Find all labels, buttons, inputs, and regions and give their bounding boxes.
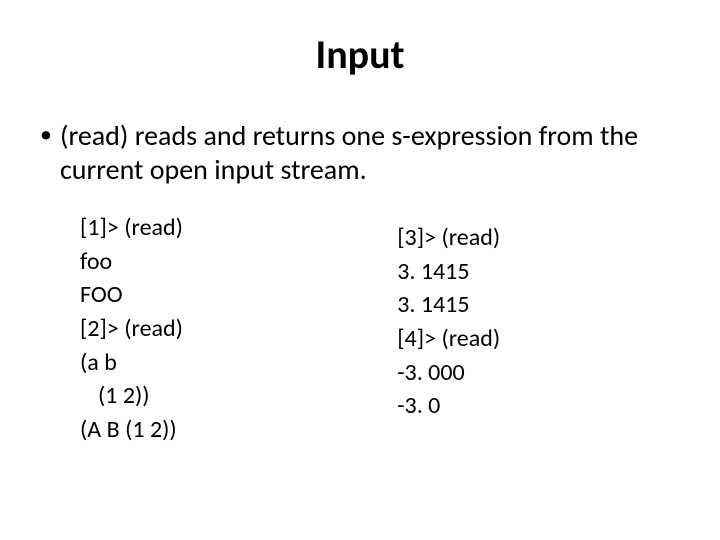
code-line: (A B (1 2)) — [80, 413, 397, 447]
right-column: [3]> (read) 3. 1415 3. 1415 [4]> (read) … — [397, 211, 690, 446]
code-line: -3. 0 — [397, 389, 690, 423]
code-line: [3]> (read) — [397, 221, 690, 255]
code-line: 3. 1415 — [397, 288, 690, 322]
code-line: 3. 1415 — [397, 255, 690, 289]
code-line: [1]> (read) — [80, 211, 397, 245]
code-line: [4]> (read) — [397, 322, 690, 356]
code-columns: [1]> (read) foo FOO [2]> (read) (a b (1 … — [30, 211, 690, 446]
bullet-marker: • — [40, 119, 52, 150]
bullet-item: • (read) reads and returns one s-express… — [40, 119, 690, 186]
code-line: (a b — [80, 346, 397, 380]
code-line: -3. 000 — [397, 356, 690, 390]
code-line: [2]> (read) — [80, 312, 397, 346]
bullet-text: (read) reads and returns one s-expressio… — [60, 119, 690, 186]
bullet-section: • (read) reads and returns one s-express… — [30, 119, 690, 186]
left-column: [1]> (read) foo FOO [2]> (read) (a b (1 … — [80, 211, 397, 446]
slide-title: Input — [30, 30, 690, 79]
code-line: FOO — [80, 278, 397, 312]
code-line: foo — [80, 245, 397, 279]
code-line: (1 2)) — [80, 379, 397, 413]
